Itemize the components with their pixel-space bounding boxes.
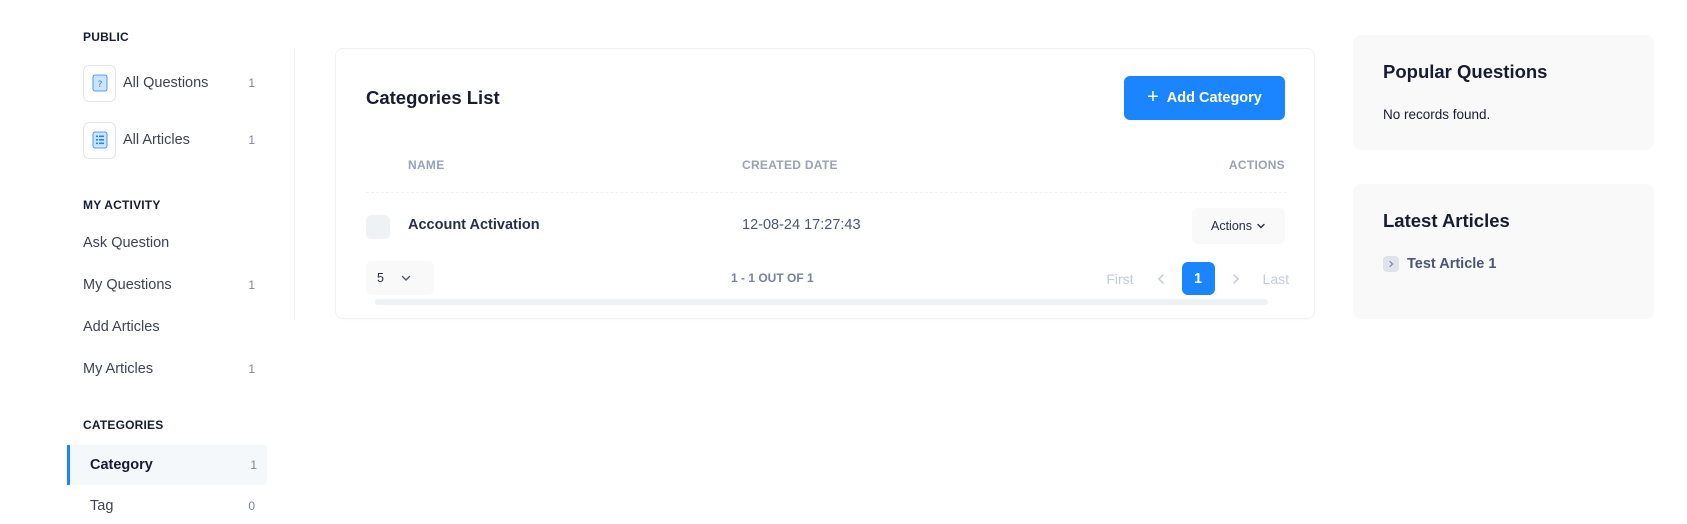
sidebar-item-all-articles[interactable]: All Articles 1 [83,121,265,159]
pagination-info: 1 - 1 OUT OF 1 [731,271,814,285]
categories-card: Categories List + Add Category NAME CREA… [335,48,1315,319]
add-category-button[interactable]: + Add Category [1124,76,1285,120]
table-divider [366,192,1287,193]
column-header-name[interactable]: NAME [408,158,445,172]
sidebar-item-count: 0 [248,499,255,513]
popular-questions-panel: Popular Questions No records found. [1353,35,1654,150]
sidebar-item-count: 1 [248,133,255,147]
question-doc-icon: ? [83,64,116,102]
sidebar-item-label: Ask Question [83,235,170,251]
page-size-select[interactable]: 5 [366,261,434,295]
section-heading-categories: CATEGORIES [83,418,164,432]
sidebar-divider [294,48,295,320]
sidebar-item-category[interactable]: Category 1 [67,445,267,485]
actions-label: Actions [1211,219,1252,233]
sidebar-item-ask-question[interactable]: Ask Question [83,225,265,261]
svg-text:?: ? [97,80,102,90]
chevron-left-icon[interactable] [1146,273,1176,285]
sidebar-item-tag[interactable]: Tag 0 [83,488,265,524]
chevron-right-icon[interactable] [1221,273,1251,285]
list-doc-icon [83,121,116,159]
sidebar-item-label: Category [90,457,153,473]
popular-questions-empty: No records found. [1383,107,1491,122]
popular-questions-title: Popular Questions [1383,61,1548,82]
last-page-link[interactable]: Last [1263,271,1289,287]
sidebar-item-label: All Questions [123,75,209,91]
latest-articles-panel: Latest Articles Test Article 1 [1353,184,1654,319]
chevron-down-icon [401,275,411,281]
latest-article-item[interactable]: Test Article 1 [1383,256,1496,272]
sidebar-item-count: 1 [248,362,255,376]
pagination: First 1 Last [1106,262,1289,295]
page-size-value: 5 [377,271,384,285]
add-category-label: Add Category [1166,90,1262,106]
row-actions-button[interactable]: Actions [1192,208,1285,244]
sidebar-item-add-articles[interactable]: Add Articles [83,309,265,345]
column-header-created-date[interactable]: CREATED DATE [742,158,838,172]
section-heading-public: PUBLIC [83,30,129,44]
latest-articles-title: Latest Articles [1383,210,1510,231]
column-header-actions: ACTIONS [1228,158,1285,172]
section-heading-my-activity: MY ACTIVITY [83,198,161,212]
sidebar-item-label: All Articles [123,132,190,148]
sidebar: PUBLIC ? All Questions 1 All Articles 1 … [0,0,295,524]
sidebar-item-my-questions[interactable]: My Questions 1 [83,267,265,303]
sidebar-item-all-questions[interactable]: ? All Questions 1 [83,64,265,102]
scrollbar-thumb[interactable] [375,299,1268,305]
sidebar-item-count: 1 [248,278,255,292]
latest-article-title: Test Article 1 [1407,256,1497,272]
plus-icon: + [1147,86,1159,108]
sidebar-item-label: My Articles [83,361,154,377]
chevron-down-icon [1257,223,1265,229]
category-name-cell: Account Activation [408,217,540,233]
created-date-cell: 12-08-24 17:27:43 [742,217,861,233]
sidebar-item-count: 1 [248,76,255,90]
sidebar-item-label: Add Articles [83,319,160,335]
chevron-right-icon [1383,256,1399,272]
current-page-button[interactable]: 1 [1181,262,1215,295]
sidebar-item-label: My Questions [83,277,172,293]
sidebar-item-my-articles[interactable]: My Articles 1 [83,351,265,387]
sidebar-item-label: Tag [90,498,114,514]
row-checkbox[interactable] [366,215,390,239]
page-title: Categories List [366,87,500,108]
sidebar-item-count: 1 [250,458,257,472]
first-page-link[interactable]: First [1106,271,1133,287]
